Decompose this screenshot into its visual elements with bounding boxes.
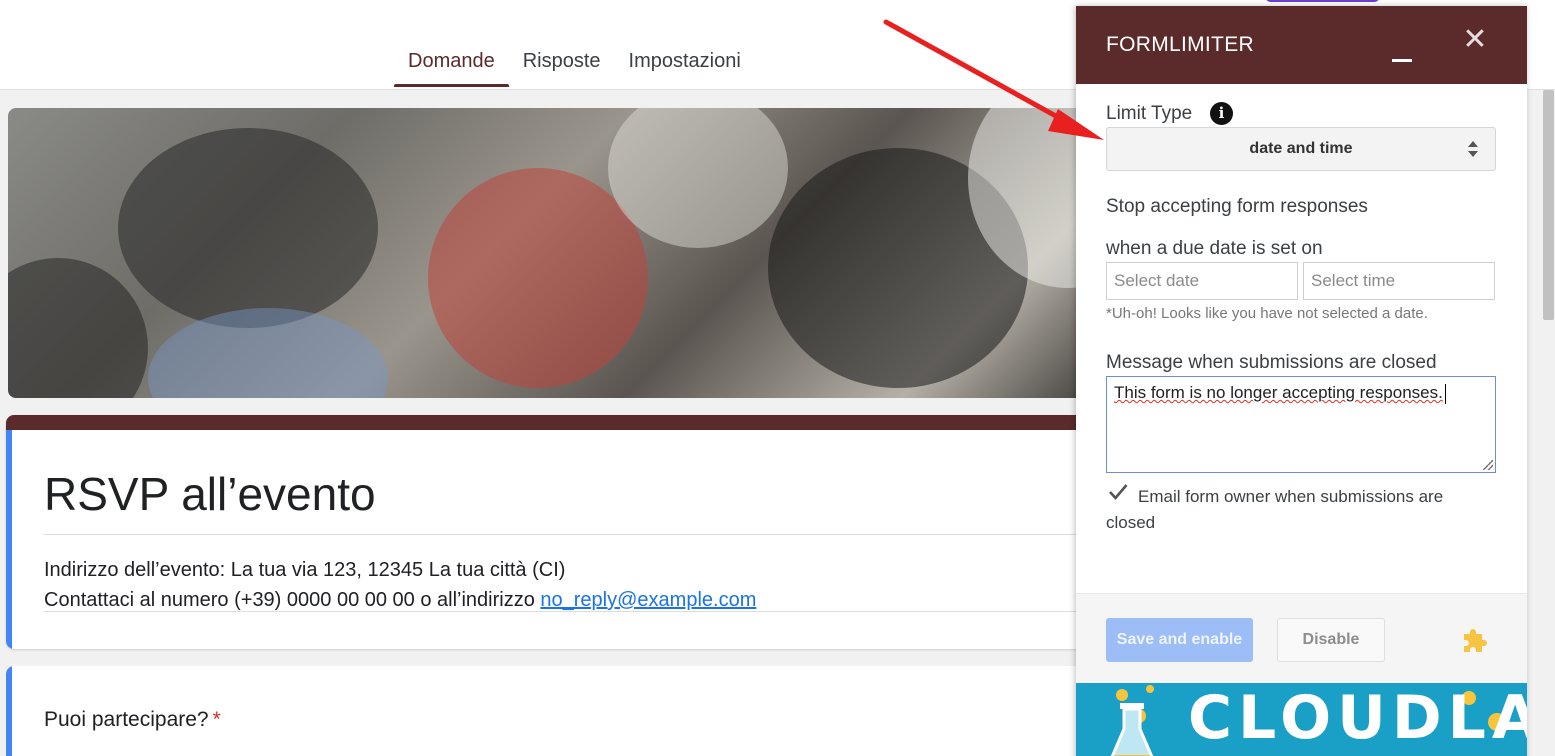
tab-risposte[interactable]: Risposte — [509, 40, 615, 87]
due-date-label: when a due date is set on — [1106, 238, 1323, 259]
photo-shade — [148, 308, 388, 398]
divider — [44, 611, 1114, 612]
selection-indicator — [6, 430, 12, 649]
panel-footer: Save and enable Disable — [1076, 593, 1527, 683]
limit-type-select[interactable]: date and time — [1106, 127, 1496, 171]
close-icon[interactable]: ✕ — [1461, 25, 1489, 55]
description-text: Contattaci al numero (+39) 0000 00 00 00… — [44, 589, 541, 611]
divider — [44, 534, 1114, 535]
tab-domande[interactable]: Domande — [394, 40, 509, 87]
form-title[interactable]: RSVP all’evento — [44, 467, 376, 521]
date-warning: *Uh-oh! Looks like you have not selected… — [1106, 305, 1428, 322]
cloudlab-banner[interactable]: CLOUDLAB — [1076, 683, 1527, 756]
puzzle-icon[interactable] — [1460, 626, 1488, 654]
checkmark-icon — [1107, 481, 1129, 503]
description-line: Indirizzo dell’evento: La tua via 123, 1… — [44, 559, 566, 581]
theme-stripe — [6, 415, 1116, 430]
flask-icon — [1110, 703, 1154, 756]
tab-impostazioni[interactable]: Impostazioni — [615, 40, 755, 87]
form-title-card[interactable]: RSVP all’evento Indirizzo dell’evento: L… — [6, 415, 1116, 649]
photo-shade — [428, 168, 648, 388]
accent-pill — [1265, 0, 1380, 2]
question-title: Puoi partecipare? * — [44, 708, 221, 732]
minimize-icon[interactable] — [1390, 38, 1416, 64]
email-link[interactable]: no_reply@example.com — [540, 589, 756, 611]
select-arrows-icon — [1467, 138, 1479, 160]
scrollbar-thumb[interactable] — [1543, 90, 1554, 320]
text-caret — [1444, 383, 1446, 404]
question-text: Puoi partecipare? — [44, 708, 209, 731]
closed-message-textarea[interactable]: This form is no longer accepting respons… — [1106, 376, 1496, 473]
form-description[interactable]: Indirizzo dell’evento: La tua via 123, 1… — [44, 555, 756, 615]
info-icon[interactable]: i — [1210, 102, 1233, 125]
email-owner-label: Email form owner when submissions are cl… — [1106, 487, 1444, 532]
formlimiter-panel: FORMLIMITER ✕ Limit Type i date and time… — [1076, 6, 1527, 756]
time-input[interactable]: Select time — [1303, 262, 1495, 300]
email-owner-checkbox[interactable] — [1107, 481, 1129, 503]
closed-message-text: This form is no longer accepting respons… — [1114, 383, 1443, 402]
photo-shade — [8, 258, 148, 398]
photo-shade — [118, 128, 378, 328]
save-and-enable-button[interactable]: Save and enable — [1106, 618, 1253, 662]
page-scrollbar[interactable] — [1541, 90, 1555, 756]
selection-indicator — [6, 666, 12, 756]
stop-label: Stop accepting form responses — [1106, 196, 1368, 217]
panel-title: FORMLIMITER — [1106, 33, 1254, 56]
disable-button[interactable]: Disable — [1277, 618, 1385, 662]
message-label: Message when submissions are closed — [1106, 352, 1437, 373]
decor-dot — [1146, 685, 1154, 693]
limit-type-label: Limit Type — [1106, 103, 1193, 124]
question-card[interactable]: Puoi partecipare? * — [6, 666, 1116, 756]
required-mark: * — [212, 708, 221, 731]
resize-handle[interactable] — [1483, 460, 1493, 470]
date-input[interactable]: Select date — [1106, 262, 1298, 300]
form-tabs: Domande Risposte Impostazioni — [394, 40, 755, 87]
cloudlab-logo-text: CLOUDLAB — [1188, 683, 1527, 753]
limit-type-value: date and time — [1249, 140, 1353, 157]
panel-header: FORMLIMITER ✕ — [1076, 6, 1527, 84]
header-image — [8, 108, 1108, 398]
